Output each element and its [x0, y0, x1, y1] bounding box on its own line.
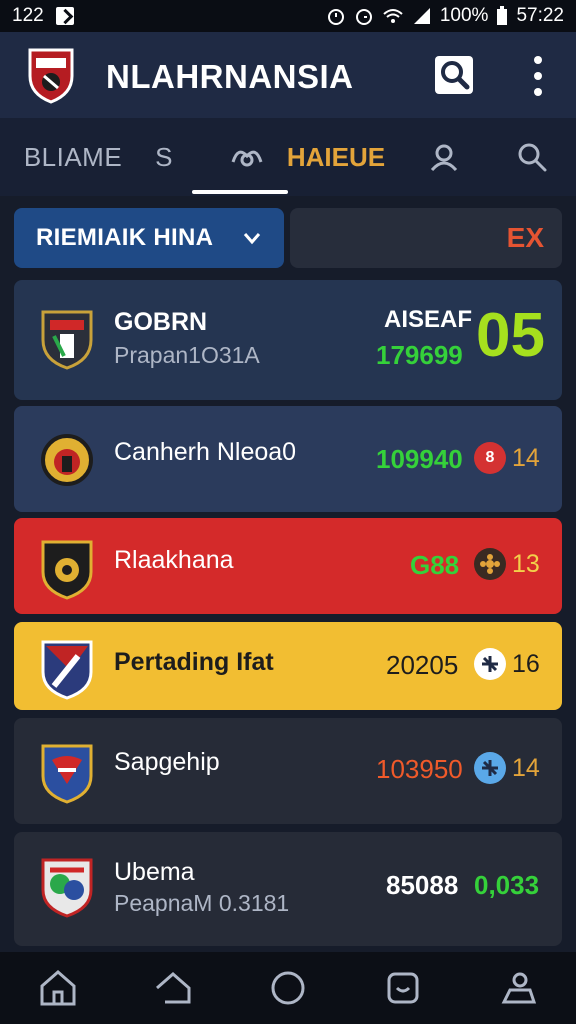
ex-label: EX — [506, 222, 544, 253]
alarm-clock-icon — [355, 9, 372, 25]
status-bar: 122 100% 57:22 — [0, 0, 576, 32]
flower-icon — [474, 548, 506, 580]
status-clock: 57:22 — [516, 5, 564, 26]
count: 13 — [512, 550, 540, 578]
stat-value: 85088 — [386, 870, 459, 900]
app-title: NLAHRNANSIA — [106, 58, 354, 95]
league-dropdown[interactable]: RIEMIAIK HINA — [14, 208, 284, 268]
signal-icon — [413, 8, 430, 24]
app-icon[interactable] — [381, 966, 425, 1010]
team-card[interactable]: Sapgehip 103950 14 — [14, 718, 562, 824]
team-name: Pertading Ifat — [114, 648, 274, 676]
tab-s[interactable]: S — [146, 118, 182, 196]
back-icon[interactable] — [151, 966, 195, 1010]
stat-value: 103950 — [376, 754, 463, 784]
team-crest-icon — [41, 434, 93, 486]
active-tab-indicator — [192, 190, 288, 194]
star-icon — [474, 648, 506, 680]
battery-level: 100% — [439, 5, 489, 26]
tab-search[interactable] — [512, 118, 552, 196]
badge-icon: 8 — [474, 442, 506, 474]
bottom-navigation — [0, 952, 576, 1024]
tab-bliame[interactable]: BLIAME — [24, 118, 122, 196]
count: 14 — [512, 754, 540, 782]
stat-value: 109940 — [376, 444, 463, 474]
more-icon[interactable] — [526, 56, 550, 96]
team-card[interactable]: Canherh Nleoa0 109940 8 14 — [14, 406, 562, 512]
stat-value: G88 — [410, 550, 460, 580]
count: 14 — [512, 444, 540, 472]
chevron-down-icon — [243, 233, 261, 245]
tab-haieue[interactable]: HAIEUE — [287, 118, 385, 196]
profile-icon[interactable] — [496, 966, 540, 1010]
team-card[interactable]: Ubema PeapnaM 0.3181 85088 0,033 — [14, 832, 562, 946]
count: 16 — [512, 650, 540, 678]
team-card[interactable]: Rlaakhana G88 13 — [14, 518, 562, 614]
club-logo-icon — [28, 48, 74, 104]
stat-label: AISEAF — [384, 306, 473, 333]
home-icon[interactable] — [36, 966, 80, 1010]
team-name: Sapgehip — [114, 748, 220, 776]
tab-people[interactable] — [424, 118, 464, 196]
people-icon — [430, 144, 458, 172]
team-name: Rlaakhana — [114, 546, 234, 574]
team-crest-icon — [41, 310, 93, 370]
team-card[interactable]: GOBRN Prapan1O31A AISEAF 179699 05 — [14, 280, 562, 400]
team-subtitle: PeapnaM 0.3181 — [114, 890, 290, 916]
team-crest-icon — [41, 640, 93, 700]
tab-label: S — [155, 141, 173, 172]
circle-icon[interactable] — [266, 966, 310, 1010]
team-crest-icon — [41, 540, 93, 600]
tab-label: HAIEUE — [286, 141, 386, 172]
app-bar: NLAHRNANSIA — [0, 32, 576, 118]
score: 05 — [476, 301, 545, 370]
team-crest-icon — [41, 858, 93, 918]
team-name: Ubema — [114, 858, 195, 886]
ex-filter-button[interactable]: EX — [290, 208, 562, 268]
stat-value: 179699 — [376, 340, 463, 370]
status-time: 122 — [12, 5, 44, 26]
tab-bar: BLIAME S HAIEUE — [0, 118, 576, 196]
search-icon — [518, 143, 547, 172]
stat-value: 20205 — [386, 650, 459, 680]
team-crest-icon — [41, 744, 93, 804]
team-card[interactable]: Pertading Ifat 20205 16 — [14, 622, 562, 710]
team-subtitle: Prapan1O31A — [114, 342, 260, 368]
search-icon[interactable] — [433, 54, 475, 96]
battery-icon — [497, 6, 508, 25]
star-icon — [474, 752, 506, 784]
tab-label: BLIAME — [23, 141, 123, 172]
activity-icon — [231, 150, 263, 167]
extra-value: 0,033 — [474, 870, 540, 900]
team-name: Canherh Nleoa0 — [114, 438, 297, 466]
team-name: GOBRN — [114, 308, 208, 336]
dropdown-label: RIEMIAIK HINA — [36, 224, 214, 251]
tab-activity[interactable] — [222, 118, 272, 196]
alarm-icon — [327, 9, 344, 25]
notification-icon — [55, 7, 74, 25]
wifi-icon — [383, 9, 403, 23]
